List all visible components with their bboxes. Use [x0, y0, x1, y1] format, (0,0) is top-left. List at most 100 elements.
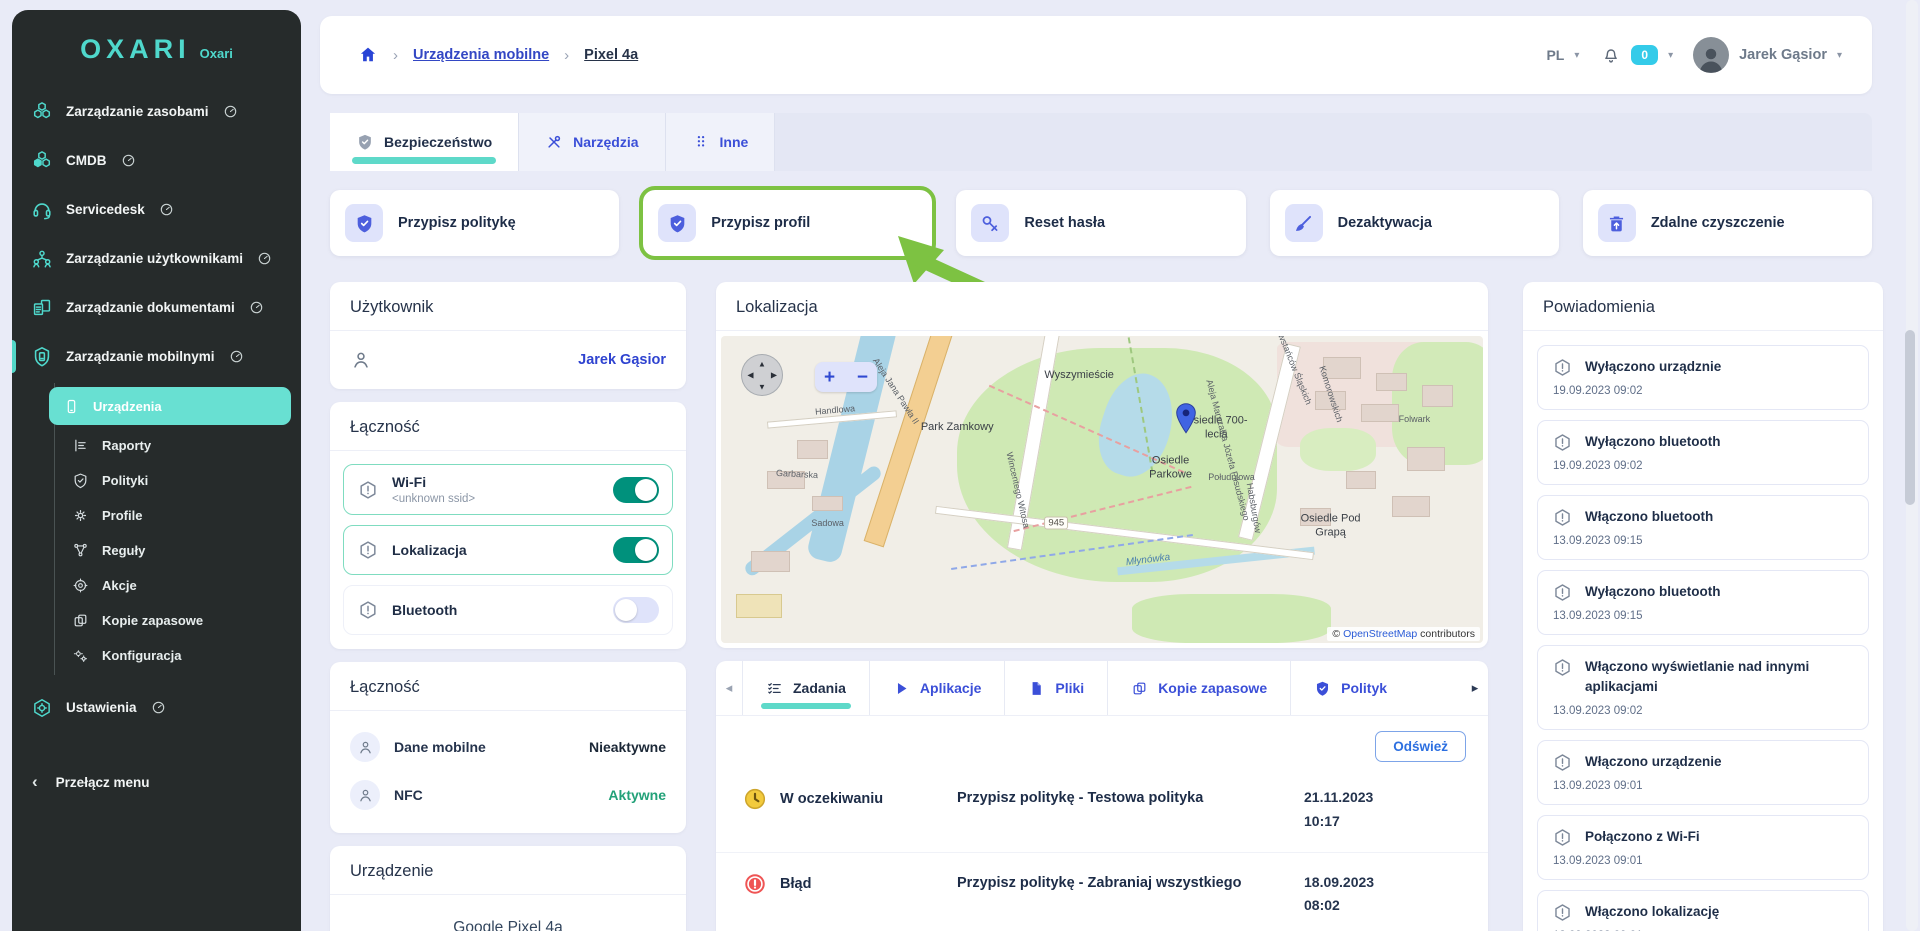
- middle-column: Lokalizacja: [716, 282, 1488, 931]
- user-link[interactable]: Jarek Gąsior: [578, 352, 666, 368]
- action-zdalne-czyszczenie[interactable]: Zdalne czyszczenie: [1583, 190, 1872, 256]
- toggle-knob: [635, 479, 657, 501]
- tab-narzedzia[interactable]: Narzędzia: [519, 113, 665, 171]
- notification-card[interactable]: Włączono bluetooth 13.09.2023 09:15: [1537, 495, 1869, 560]
- scrollbar-track[interactable]: [1906, 0, 1918, 931]
- headset-icon: [31, 199, 53, 221]
- sidebar-sub-raporty[interactable]: Raporty: [55, 428, 291, 463]
- map-label: Powstańców Śląskich: [1272, 336, 1314, 406]
- action-przypisz-polityke[interactable]: Przypisz politykę: [330, 190, 619, 256]
- map-canvas[interactable]: WyszymieściePark ZamkowyHandlowaAleja Ja…: [721, 336, 1483, 643]
- notification-card[interactable]: Połączono z Wi-Fi 13.09.2023 09:01: [1537, 815, 1869, 880]
- notification-card[interactable]: Włączono lokalizację 13.09.2023 09:01: [1537, 890, 1869, 931]
- sidebar-sub-urzadzenia[interactable]: Urządzenia: [49, 387, 291, 425]
- tab-zadania[interactable]: Zadania: [742, 661, 869, 715]
- chevron-down-icon[interactable]: ▾: [1574, 50, 1579, 61]
- openstreetmap-link[interactable]: OpenStreetMap: [1343, 628, 1417, 640]
- tab-kopie-zapasowe[interactable]: Kopie zapasowe: [1107, 661, 1290, 715]
- scrollbar-thumb[interactable]: [1905, 330, 1915, 505]
- task-datetime: 18.09.2023 08:02: [1304, 871, 1454, 919]
- map-label: Park Zamkowy: [921, 421, 994, 435]
- logo[interactable]: OXARI Oxari: [12, 34, 301, 65]
- breadcrumb-link-urzadzenia-mobilne[interactable]: Urządzenia mobilne: [413, 47, 549, 63]
- bluetooth-toggle-row: Bluetooth: [343, 585, 673, 635]
- action-przypisz-profil[interactable]: Przypisz profil: [643, 190, 932, 256]
- sidebar-item-zarzadzanie-dokumentami[interactable]: Zarządzanie dokumentami: [12, 283, 301, 332]
- notification-card[interactable]: Wyłączono bluetooth 19.09.2023 09:02: [1537, 420, 1869, 485]
- notification-card[interactable]: Włączono wyświetlanie nad innymi aplikac…: [1537, 645, 1869, 730]
- map-pan-control[interactable]: ▲ ▼ ◀ ▶: [741, 354, 783, 396]
- language-selector[interactable]: PL: [1546, 47, 1564, 63]
- status-list: Dane mobilne Nieaktywne NFC Aktywne: [330, 711, 686, 833]
- action-dezaktywacja[interactable]: Dezaktywacja: [1270, 190, 1559, 256]
- tab-polityki[interactable]: Polityk: [1290, 661, 1400, 715]
- file-icon: [1028, 680, 1045, 697]
- sidebar-item-servicedesk[interactable]: Servicedesk: [12, 185, 301, 234]
- sidebar-item-zarzadzanie-mobilnymi[interactable]: Zarządzanie mobilnymi: [12, 332, 301, 381]
- map-location-pin[interactable]: [1174, 402, 1198, 434]
- sidebar-item-ustawienia[interactable]: Ustawienia: [12, 683, 301, 732]
- network-icon: [72, 542, 89, 559]
- sidebar-sub-reguly[interactable]: Reguły: [55, 533, 291, 568]
- connectivity-toggles-panel: Łączność Wi-Fi <unknown ssid> Lokalizacj…: [330, 402, 686, 649]
- task-list: W oczekiwaniu Przypisz politykę - Testow…: [716, 768, 1488, 931]
- avatar-person-icon: [1696, 45, 1726, 73]
- toggle-switch[interactable]: [613, 597, 659, 623]
- sidebar-item-zarzadzanie-uzytkownikami[interactable]: Zarządzanie użytkownikami: [12, 234, 301, 283]
- pan-left-icon[interactable]: ◀: [747, 371, 753, 380]
- notification-card[interactable]: Włączono urządzenie 13.09.2023 09:01: [1537, 740, 1869, 805]
- shield-check-icon: [72, 472, 89, 489]
- gauge-icon: [257, 251, 272, 266]
- sidebar-sub-konfiguracja[interactable]: Konfiguracja: [55, 638, 291, 673]
- chevron-down-icon[interactable]: ▾: [1837, 50, 1842, 61]
- pan-right-icon[interactable]: ▶: [771, 371, 777, 380]
- hexagon-alert-icon: [1552, 582, 1573, 603]
- task-description: Przypisz politykę - Testowa polityka: [957, 786, 1304, 806]
- sidebar-subitem-label: Akcje: [102, 578, 137, 593]
- sidebar-sub-profile[interactable]: Profile: [55, 498, 291, 533]
- notification-card[interactable]: Wyłączono bluetooth 13.09.2023 09:15: [1537, 570, 1869, 635]
- sidebar-sub-akcje[interactable]: Akcje: [55, 568, 291, 603]
- attribution-suffix: contributors: [1420, 628, 1475, 640]
- sidebar-sub-kopie-zapasowe[interactable]: Kopie zapasowe: [55, 603, 291, 638]
- sidebar-collapse-button[interactable]: ‹ Przełącz menu: [12, 760, 301, 804]
- toggle-labels: Bluetooth: [392, 602, 600, 618]
- tab-inne[interactable]: Inne: [666, 113, 776, 171]
- notification-card[interactable]: Wyłączono urządznie 19.09.2023 09:02: [1537, 345, 1869, 410]
- notification-title: Wyłączono bluetooth: [1585, 582, 1721, 602]
- tab-label: Polityk: [1341, 680, 1387, 696]
- tabs-scroll-right-icon[interactable]: ▸: [1462, 661, 1488, 715]
- sidebar-subitem-label: Polityki: [102, 473, 148, 488]
- action-reset-hasla[interactable]: Reset hasła: [956, 190, 1245, 256]
- zoom-out-button[interactable]: −: [857, 368, 868, 387]
- pan-up-icon[interactable]: ▲: [758, 359, 766, 368]
- pan-down-icon[interactable]: ▼: [758, 383, 766, 392]
- sidebar-sub-polityki[interactable]: Polityki: [55, 463, 291, 498]
- checklist-icon: [766, 680, 783, 697]
- avatar[interactable]: [1693, 37, 1729, 73]
- sidebar-item-cmdb[interactable]: CMDB: [12, 136, 301, 185]
- chevron-down-icon[interactable]: ▾: [1668, 50, 1673, 61]
- bell-icon[interactable]: [1601, 45, 1621, 65]
- tabs-scroll-left-icon[interactable]: ◂: [716, 661, 742, 715]
- breadcrumb-current-pixel-4a[interactable]: Pixel 4a: [584, 47, 638, 63]
- refresh-button[interactable]: Odśwież: [1375, 731, 1466, 762]
- toggle-knob: [635, 539, 657, 561]
- settings-hex-gear-icon: [31, 697, 53, 719]
- tab-bezpieczenstwo[interactable]: Bezpieczeństwo: [330, 113, 519, 171]
- hexagon-alert-icon: [1552, 507, 1573, 528]
- gauge-icon: [121, 153, 136, 168]
- notification-count-badge[interactable]: 0: [1631, 45, 1658, 65]
- tab-pliki[interactable]: Pliki: [1004, 661, 1107, 715]
- sidebar-item-zarzadzanie-zasobami[interactable]: Zarządzanie zasobami: [12, 87, 301, 136]
- tab-label: Pliki: [1055, 680, 1084, 696]
- home-icon[interactable]: [358, 45, 378, 65]
- sidebar-subitem-label: Kopie zapasowe: [102, 613, 203, 628]
- tab-aplikacje[interactable]: Aplikacje: [869, 661, 1004, 715]
- notification-date: 13.09.2023 09:15: [1553, 535, 1854, 547]
- user-menu[interactable]: Jarek Gąsior: [1739, 47, 1827, 63]
- notification-head: Włączono bluetooth: [1552, 507, 1854, 528]
- toggle-switch[interactable]: [613, 477, 659, 503]
- toggle-switch[interactable]: [613, 537, 659, 563]
- zoom-in-button[interactable]: +: [824, 368, 835, 387]
